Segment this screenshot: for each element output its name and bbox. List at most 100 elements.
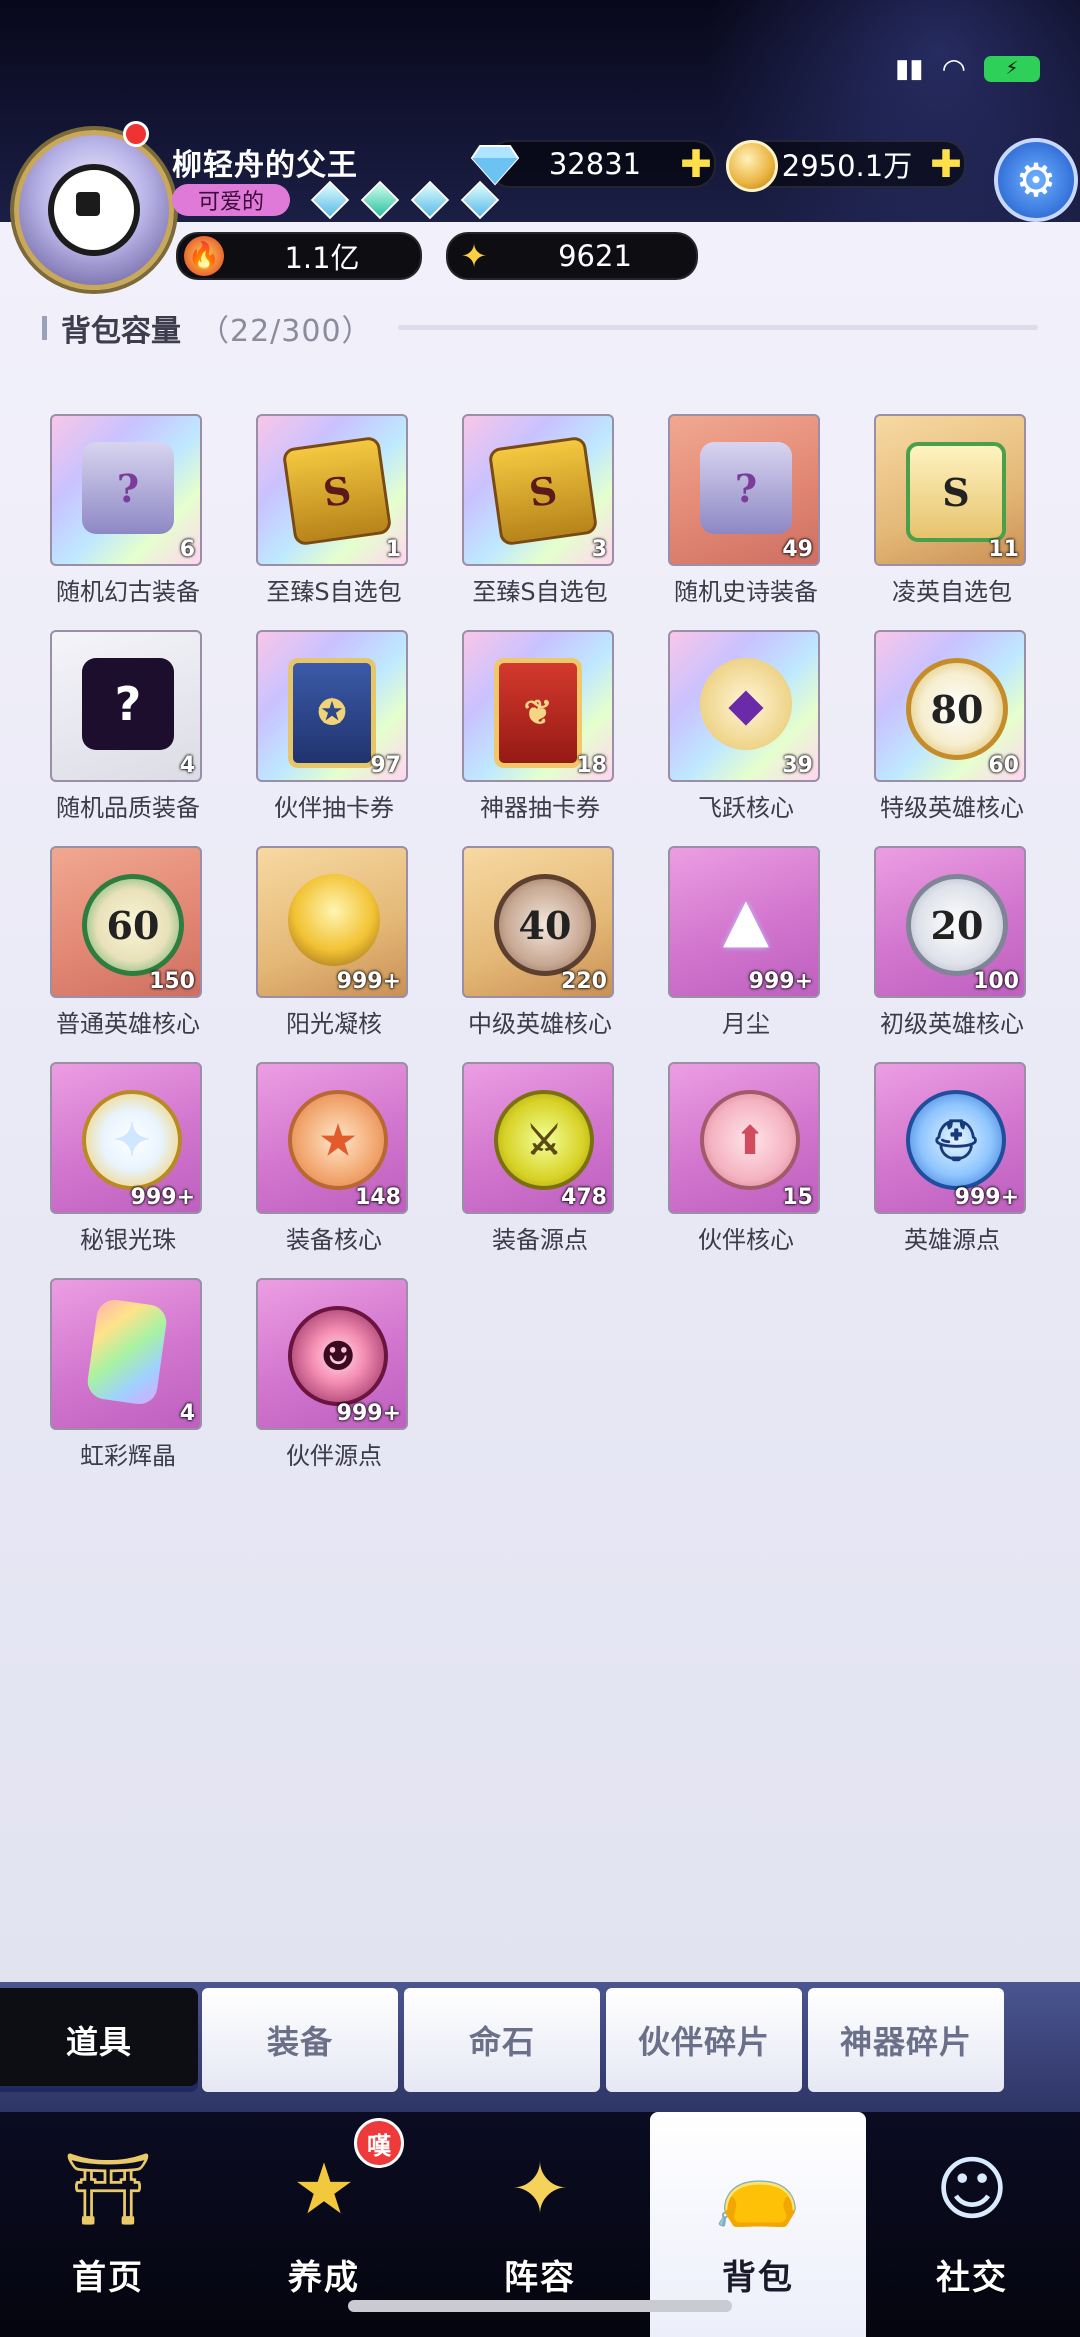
item-icon: 60	[82, 874, 184, 976]
add-gems-button[interactable]: ✚	[678, 144, 714, 184]
item-quantity: 220	[561, 969, 607, 994]
item-name: 伙伴抽卡券	[274, 794, 394, 822]
player-avatar[interactable]	[14, 121, 174, 290]
item-quantity: 148	[355, 1185, 401, 1210]
bag-item[interactable]: 80 60 特级英雄核心	[874, 630, 1030, 823]
nav-social[interactable]: ☺ 社交	[864, 2112, 1080, 2337]
rank-star-icon	[410, 180, 450, 220]
signal-icon: ▮▮	[894, 53, 924, 84]
item-quantity: 100	[973, 969, 1019, 994]
star-value: 9621	[558, 239, 632, 273]
item-slot: ★ 148	[256, 1062, 408, 1214]
tab-fate-stone[interactable]: 命石	[404, 1988, 600, 2092]
bag-item[interactable]: S 11 凌英自选包	[874, 414, 1030, 607]
item-slot: ⬆ 15	[668, 1062, 820, 1214]
settings-gear-icon[interactable]: ⚙	[994, 138, 1078, 222]
avatar-face-icon	[48, 164, 140, 256]
item-name: 至臻S自选包	[472, 578, 608, 606]
item-name: 随机史诗装备	[674, 578, 818, 606]
item-quantity: 15	[782, 1185, 813, 1210]
item-slot: ? 4	[50, 630, 202, 782]
item-name: 伙伴核心	[698, 1226, 794, 1254]
item-icon	[85, 1297, 169, 1407]
item-icon: ⚔	[494, 1090, 594, 1190]
bag-item[interactable]: ⬆ 15 伙伴核心	[668, 1062, 824, 1255]
item-slot: ✪ 97	[256, 630, 408, 782]
item-name: 至臻S自选包	[266, 578, 402, 606]
item-name: 初级英雄核心	[880, 1010, 1024, 1038]
item-name: 装备源点	[492, 1226, 588, 1254]
bottom-navigation: ⛩ 首页 ★ 养成 嘆 ✦ 阵容 👝 背包 ☺ 社交	[0, 2112, 1080, 2337]
item-quantity: 3	[591, 537, 607, 562]
bag-item[interactable]: 20 100 初级英雄核心	[874, 846, 1030, 1039]
item-icon: ⛑	[906, 1090, 1006, 1190]
item-quantity: 4	[179, 1401, 195, 1426]
notification-badge: 嘆	[354, 2118, 404, 2168]
item-quantity: 999+	[336, 969, 401, 994]
bag-item[interactable]: ⛑ 999+ 英雄源点	[874, 1062, 1030, 1255]
nav-bag-label: 背包	[722, 2258, 794, 2298]
item-slot: 4	[50, 1278, 202, 1430]
item-quantity: 150	[149, 969, 195, 994]
bag-item[interactable]: 999+ 阳光凝核	[256, 846, 412, 1039]
item-slot: ⛑ 999+	[874, 1062, 1026, 1214]
home-icon: ⛩	[63, 2147, 153, 2230]
bag-item[interactable]: 4 虹彩辉晶	[50, 1278, 206, 1471]
item-slot: 999+	[256, 846, 408, 998]
item-name: 装备核心	[286, 1226, 382, 1254]
bag-item[interactable]: ☻ 999+ 伙伴源点	[256, 1278, 412, 1471]
item-slot: ? 49	[668, 414, 820, 566]
bag-item[interactable]: 60 150 普通英雄核心	[50, 846, 206, 1039]
item-icon: 40	[494, 874, 596, 976]
bag-item[interactable]: ? 4 随机品质装备	[50, 630, 206, 823]
combat-power: 🔥 1.1亿	[176, 232, 422, 280]
item-quantity: 478	[561, 1185, 607, 1210]
item-name: 随机幻古装备	[56, 578, 200, 606]
tab-props[interactable]: 道具	[0, 1988, 198, 2092]
power-value: 1.1亿	[284, 241, 360, 275]
item-slot: ? 6	[50, 414, 202, 566]
bag-item[interactable]: ⚔ 478 装备源点	[462, 1062, 618, 1255]
tab-partner-shards[interactable]: 伙伴碎片	[606, 1988, 802, 2092]
category-tabs: 道具 装备 命石 伙伴碎片 神器碎片	[0, 1982, 1080, 2112]
tab-equipment[interactable]: 装备	[202, 1988, 398, 2092]
item-icon: ?	[82, 442, 174, 534]
bag-item[interactable]: ✦ 999+ 秘银光珠	[50, 1062, 206, 1255]
item-icon: S	[281, 435, 393, 547]
item-quantity: 39	[782, 753, 813, 778]
add-gold-button[interactable]: ✚	[928, 144, 964, 184]
item-slot: S3	[462, 414, 614, 566]
nav-social-label: 社交	[936, 2258, 1008, 2298]
item-slot: ⚔ 478	[462, 1062, 614, 1214]
bag-item[interactable]: ✪ 97 伙伴抽卡券	[256, 630, 412, 823]
player-title-badge: 可爱的	[172, 184, 290, 216]
bag-item[interactable]: S 1 至臻S自选包	[256, 414, 412, 607]
bag-item[interactable]: S 3 至臻S自选包	[462, 414, 618, 607]
item-icon: ☻	[288, 1306, 388, 1406]
item-slot: 80 60	[874, 630, 1026, 782]
bag-item[interactable]: ? 49 随机史诗装备	[668, 414, 824, 607]
bag-item[interactable]: ▲ 999+ 月尘	[668, 846, 824, 1039]
item-name: 伙伴源点	[286, 1442, 382, 1470]
nav-lineup-label: 阵容	[504, 2258, 576, 2298]
item-slot: ❦ 18	[462, 630, 614, 782]
social-icon: ☺	[935, 2148, 1009, 2230]
bag-icon: 👝	[714, 2147, 802, 2230]
bag-item[interactable]: ❦ 18 神器抽卡券	[462, 630, 618, 823]
bag-item[interactable]: ? 6 随机幻古装备	[50, 414, 206, 607]
bag-item[interactable]: ★ 148 装备核心	[256, 1062, 412, 1255]
nav-home[interactable]: ⛩ 首页	[0, 2112, 216, 2337]
item-icon: ?	[82, 658, 174, 750]
diamond-icon	[470, 145, 520, 186]
bag-item[interactable]: ◆ 39 飞跃核心	[668, 630, 824, 823]
player-name: 柳轻舟的父王	[172, 148, 358, 183]
bag-item[interactable]: 40 220 中级英雄核心	[462, 846, 618, 1039]
item-name: 神器抽卡券	[480, 794, 600, 822]
item-icon: 80	[906, 658, 1008, 760]
item-icon: 20	[906, 874, 1008, 976]
item-slot: ☻ 999+	[256, 1278, 408, 1430]
item-slot: ▲ 999+	[668, 846, 820, 998]
tab-artifact-shards[interactable]: 神器碎片	[808, 1988, 1004, 2092]
item-icon: ◆	[700, 658, 792, 750]
item-quantity: 6	[179, 537, 195, 562]
